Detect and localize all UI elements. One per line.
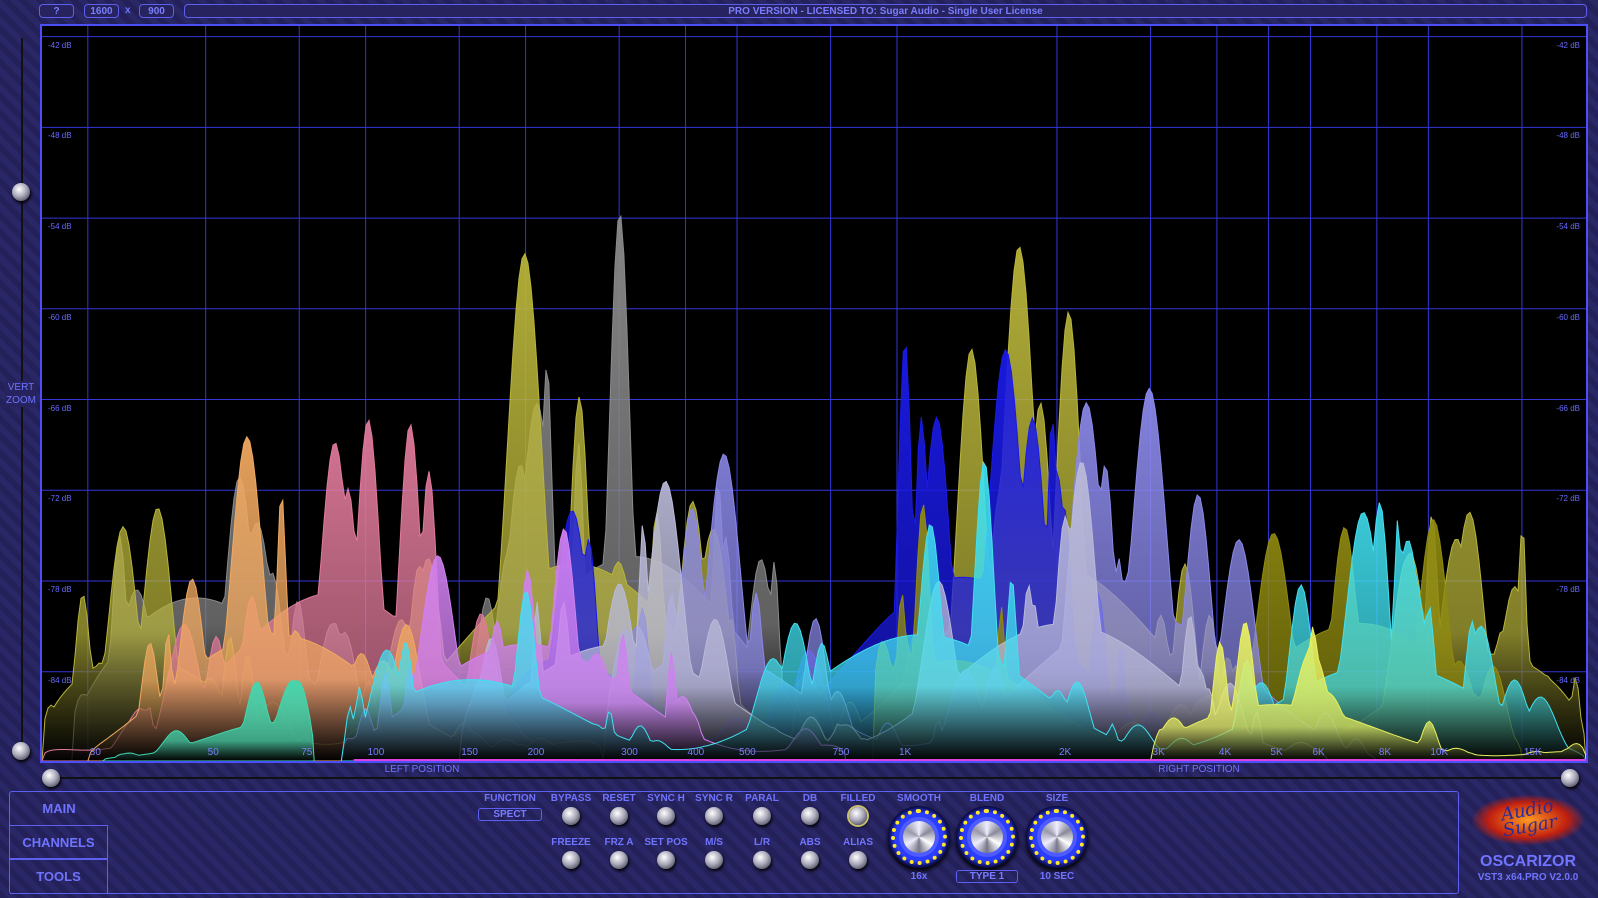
y-tick-label-right: -60 dB: [1556, 312, 1580, 322]
tab-tools[interactable]: TOOLS: [10, 859, 108, 894]
set-pos-toggle[interactable]: [657, 851, 675, 869]
blend-knob[interactable]: [956, 806, 1018, 868]
x-tick-label: 75: [301, 747, 313, 758]
freeze-toggle[interactable]: [562, 851, 580, 869]
l-r-label: L/R: [753, 837, 771, 848]
db-label: DB: [802, 793, 818, 804]
smooth-label: SMOOTH: [897, 793, 941, 804]
x-tick-label: 500: [739, 747, 756, 758]
m-s-toggle[interactable]: [705, 851, 723, 869]
y-tick-label-left: -84 dB: [48, 675, 72, 685]
y-tick-label-left: -48 dB: [48, 131, 72, 141]
position-track[interactable]: [52, 777, 1572, 779]
bypass-toggle[interactable]: [562, 807, 580, 825]
x-tick-label: 100: [367, 747, 385, 758]
size-separator: x: [125, 5, 131, 16]
y-tick-label-left: -60 dB: [48, 312, 72, 322]
tab-main[interactable]: MAIN: [10, 791, 108, 825]
audio-sugar-logo: Audio Sugar: [1472, 795, 1584, 845]
sync-r-label: SYNC R: [695, 793, 733, 804]
x-tick-label: 400: [687, 747, 705, 758]
y-tick-label-left: -42 dB: [48, 40, 72, 50]
y-tick-label-right: -48 dB: [1556, 131, 1580, 141]
right-position-handle[interactable]: [1561, 769, 1579, 787]
set-pos-label: SET POS: [644, 837, 688, 848]
function-label: FUNCTION: [484, 793, 536, 804]
function-select[interactable]: SPECT: [478, 808, 542, 821]
x-tick-label: 10K: [1430, 747, 1449, 758]
y-tick-label-right: -78 dB: [1556, 585, 1580, 595]
sync-r-toggle[interactable]: [705, 807, 723, 825]
x-tick-label: 750: [832, 747, 850, 758]
x-tick-label: 1K: [898, 747, 912, 758]
vert-zoom-bottom-handle[interactable]: [12, 742, 30, 760]
left-position-handle[interactable]: [42, 769, 60, 787]
spectrum-plot[interactable]: -42 dB -42 dB -48 dB -48 dB -54 dB -54 dB -60 …: [40, 24, 1588, 763]
y-tick-label-right: -42 dB: [1556, 40, 1580, 50]
sync-h-label: SYNC H: [647, 793, 685, 804]
size-knob[interactable]: [1026, 806, 1088, 868]
width-field[interactable]: 1600: [84, 4, 119, 18]
x-tick-label: 5K: [1270, 747, 1283, 758]
right-position-label: RIGHT POSITION: [1158, 764, 1240, 775]
y-tick-label-left: -72 dB: [48, 494, 72, 504]
vert-zoom-label: VERT ZOOM: [5, 381, 37, 407]
frz-a-toggle[interactable]: [610, 851, 628, 869]
x-tick-label: 200: [527, 747, 545, 758]
x-tick-label: 4K: [1218, 747, 1232, 758]
smooth-value: 16x: [910, 871, 928, 882]
size-label: SIZE: [1045, 793, 1069, 804]
control-panel: [9, 791, 1459, 894]
y-tick-label-left: -66 dB: [48, 403, 72, 413]
y-tick-label-right: -54 dB: [1556, 222, 1580, 232]
alias-toggle[interactable]: [849, 851, 867, 869]
db-toggle[interactable]: [801, 807, 819, 825]
freeze-label: FREEZE: [551, 837, 591, 848]
x-tick-label: 8K: [1378, 747, 1392, 758]
x-tick-label: 50: [207, 747, 219, 758]
l-r-toggle[interactable]: [753, 851, 771, 869]
blend-value[interactable]: TYPE 1: [956, 870, 1018, 883]
bypass-label: BYPASS: [550, 793, 592, 804]
y-tick-label-right: -84 dB: [1556, 675, 1580, 685]
sync-h-toggle[interactable]: [657, 807, 675, 825]
filled-label: FILLED: [840, 793, 876, 804]
y-tick-label-left: -54 dB: [48, 222, 72, 232]
x-tick-label: 300: [621, 747, 638, 758]
smooth-knob[interactable]: [888, 806, 950, 868]
x-tick-label: 2K: [1058, 747, 1072, 758]
height-field[interactable]: 900: [139, 4, 174, 18]
spectrum-svg: [42, 26, 1586, 761]
abs-label: ABS: [799, 837, 821, 848]
y-tick-label-right: -72 dB: [1556, 494, 1580, 504]
filled-toggle[interactable]: [849, 807, 867, 825]
paral-label: PARAL: [745, 793, 779, 804]
m-s-label: M/S: [705, 837, 723, 848]
left-position-label: LEFT POSITION: [384, 764, 460, 775]
help-button[interactable]: ?: [39, 4, 74, 18]
alias-label: ALIAS: [843, 837, 873, 848]
frz-a-label: FRZ A: [604, 837, 634, 848]
blend-label: BLEND: [969, 793, 1005, 804]
x-tick-label: 6K: [1312, 747, 1325, 758]
x-tick-label: 3K: [1152, 747, 1165, 758]
tab-channels[interactable]: CHANNELS: [10, 825, 108, 859]
license-banner: PRO VERSION - LICENSED TO: Sugar Audio -…: [184, 4, 1587, 18]
y-tick-label-left: -78 dB: [48, 585, 72, 595]
version-label: VST3 x64.PRO V2.0.0: [1477, 872, 1579, 883]
reset-label: RESET: [602, 793, 636, 804]
zoom-label: ZOOM: [6, 395, 36, 406]
size-value: 10 SEC: [1039, 871, 1075, 882]
x-tick-label: 150: [461, 747, 478, 758]
y-tick-label-right: -66 dB: [1556, 403, 1580, 413]
x-tick-label: 15K: [1523, 747, 1542, 758]
vert-label: VERT: [7, 382, 35, 393]
paral-toggle[interactable]: [753, 807, 771, 825]
x-tick-label: 30: [89, 747, 101, 758]
vert-zoom-top-handle[interactable]: [12, 183, 30, 201]
reset-toggle[interactable]: [610, 807, 628, 825]
abs-toggle[interactable]: [801, 851, 819, 869]
product-name: OSCARIZOR: [1480, 853, 1576, 870]
